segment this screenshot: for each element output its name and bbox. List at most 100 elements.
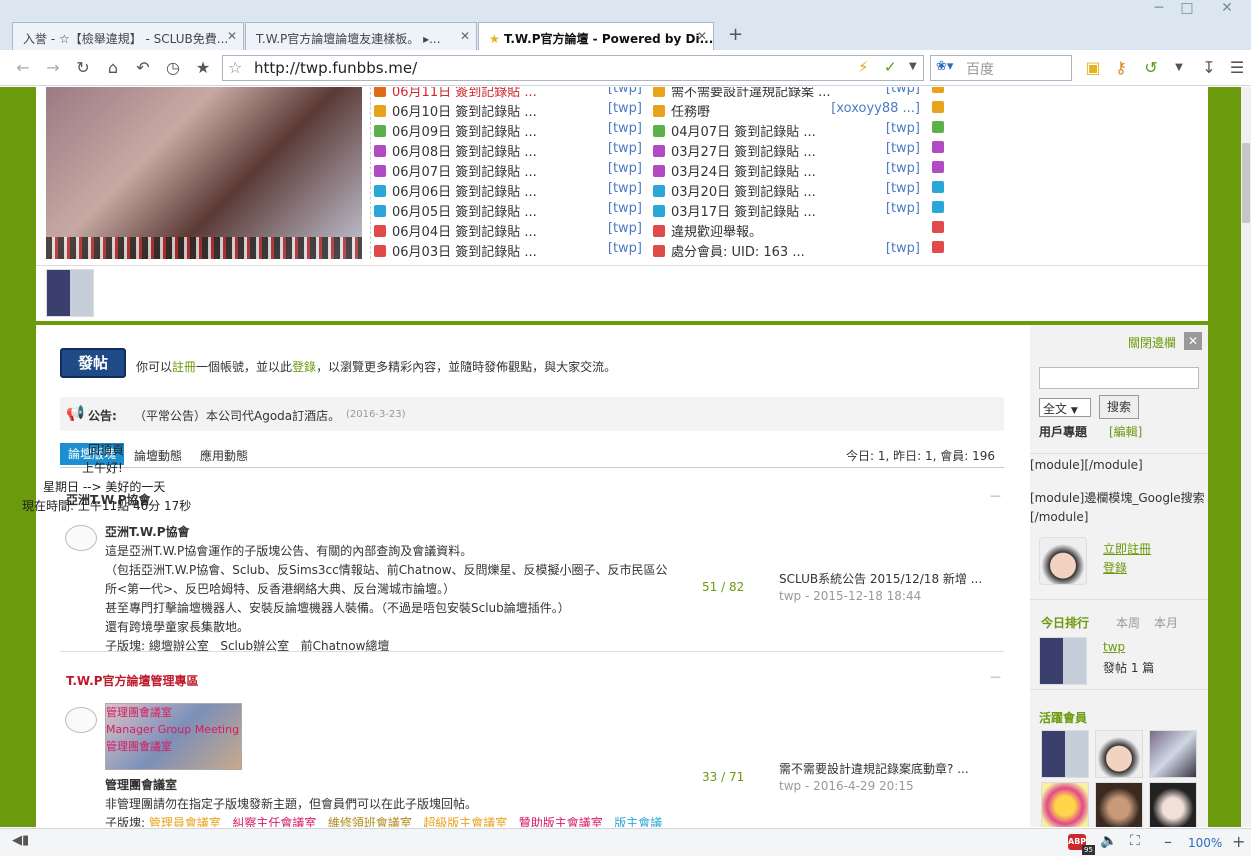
post-title-link[interactable]: 06月04日 簽到記錄貼 ... (392, 225, 537, 240)
post-title-link[interactable]: 06月06日 簽到記錄貼 ... (392, 185, 537, 200)
post-title-link[interactable]: 違規歡迎舉報。 (671, 225, 762, 240)
chevron-down-icon[interactable]: ▼ (909, 61, 917, 72)
recent-post-row[interactable]: 06月10日 簽到記錄貼 ... [twp] (374, 101, 642, 121)
baidu-paw-icon[interactable]: ❀▾ (936, 59, 953, 74)
post-title-link[interactable]: 03月17日 簽到記錄貼 ... (671, 205, 816, 220)
bookmark-star-icon[interactable]: ☆ (228, 58, 242, 77)
url-text[interactable]: http://twp.funbbs.me/ (254, 59, 417, 77)
member-avatar[interactable] (1041, 730, 1089, 778)
recent-post-row[interactable]: 03月17日 簽到記錄貼 ... [twp] (653, 201, 920, 221)
post-title-link[interactable]: 06月07日 簽到記錄貼 ... (392, 165, 537, 180)
fullscreen-icon[interactable]: ⛶ (1130, 833, 1140, 849)
post-author-tag[interactable]: [twp] (608, 121, 642, 136)
favorites-icon[interactable]: ★ (192, 58, 214, 78)
recent-post-row[interactable]: 03月27日 簽到記錄貼 ... [twp] (653, 141, 920, 161)
post-title-link[interactable]: 03月27日 簽到記錄貼 ... (671, 145, 816, 160)
recent-post-row[interactable]: 06月03日 簽到記錄貼 ... [twp] (374, 241, 642, 261)
section-title[interactable]: T.W.P官方論壇管理專區 (66, 672, 199, 689)
recent-post-row[interactable]: 06月11日 簽到記錄貼 ... [twp] (374, 87, 642, 101)
subforum-link[interactable]: 管理員會議室 (149, 816, 221, 827)
tab-2[interactable]: T.W.P官方論壇論壇友連樣板。 ▸... ✕ (245, 22, 477, 50)
rank-user-link[interactable]: twp (1103, 640, 1125, 654)
scrollbar-thumb[interactable] (1242, 143, 1250, 223)
post-author-tag[interactable]: [twp] (608, 161, 642, 176)
close-window-icon[interactable]: ✕ (1214, 0, 1240, 18)
post-author-tag[interactable]: [twp] (886, 201, 920, 216)
member-avatar[interactable] (46, 269, 94, 317)
recent-post-row[interactable]: 06月05日 簽到記錄貼 ... [twp] (374, 201, 642, 221)
recent-post-row[interactable]: 處分會員: UID: 163 ... [twp] (653, 241, 920, 261)
rank-tab-today[interactable]: 今日排行 (1041, 614, 1089, 631)
post-author-tag[interactable]: [twp] (608, 241, 642, 256)
menu-icon[interactable]: ☰ (1226, 58, 1248, 78)
back-to-top-link[interactable]: 回頂頁 (88, 441, 124, 458)
volume-icon[interactable]: 🔈 (1100, 833, 1117, 849)
accelerator-icon[interactable]: ✓ (884, 58, 897, 76)
post-author-tag[interactable]: [twp] (608, 101, 642, 116)
forum-name[interactable]: 管理團會議室 (105, 776, 177, 793)
login-link[interactable]: 登錄 (1103, 559, 1127, 576)
subforum-link[interactable]: 超級版主會議室 (423, 816, 507, 827)
subforum-link[interactable]: 贊助版主會議室 (519, 816, 603, 827)
note-icon[interactable]: ▣ (1082, 58, 1104, 78)
subforum-link[interactable]: 糾察主任會議室 (232, 816, 316, 827)
last-post-title[interactable]: 需不需要設計違規記錄案底動章? ... (779, 760, 969, 777)
rank-avatar[interactable] (1039, 637, 1087, 685)
close-icon[interactable]: ✕ (1184, 332, 1202, 350)
post-title-link[interactable]: 06月03日 簽到記錄貼 ... (392, 245, 537, 260)
post-title-link[interactable]: 處分會員: UID: 163 ... (671, 245, 805, 260)
post-author-tag[interactable]: [twp] (608, 141, 642, 156)
recent-post-row[interactable]: 06月06日 簽到記錄貼 ... [twp] (374, 181, 642, 201)
post-title-link[interactable]: 06月09日 簽到記錄貼 ... (392, 125, 537, 140)
post-author-tag[interactable]: [twp] (608, 221, 642, 236)
tab-1[interactable]: 入誉 - ☆【檢舉違規】 - SCLUB免費... ✕ (12, 22, 244, 50)
tab-forum-activity[interactable]: 論壇動態 (134, 447, 182, 464)
download-icon[interactable]: ↧ (1198, 58, 1220, 78)
post-title-link[interactable]: 06月05日 簽到記錄貼 ... (392, 205, 537, 220)
post-title-link[interactable]: 04月07日 簽到記錄貼 ... (671, 125, 816, 140)
post-title-link[interactable]: 任務嘢 (671, 105, 710, 120)
member-avatar[interactable] (1095, 782, 1143, 827)
recent-post-row[interactable]: 06月09日 簽到記錄貼 ... [twp] (374, 121, 642, 141)
collapse-icon[interactable]: — (990, 489, 1001, 502)
user-sync-icon[interactable]: ↺ (1140, 58, 1162, 78)
post-author-tag[interactable]: [twp] (886, 241, 920, 256)
close-icon[interactable]: ✕ (460, 29, 470, 43)
last-post-title[interactable]: SCLUB系統公告 2015/12/18 新增 ... (779, 570, 982, 587)
search-scope-select[interactable]: 全文 ▼ (1039, 398, 1091, 417)
member-avatar[interactable] (1095, 730, 1143, 778)
history-icon[interactable]: ◷ (162, 58, 184, 78)
rank-tab-week[interactable]: 本周 (1116, 614, 1140, 631)
post-author-tag[interactable]: [twp] (608, 201, 642, 216)
post-author-tag[interactable]: [twp] (886, 161, 920, 176)
key-icon[interactable]: ⚷ (1110, 58, 1132, 78)
featured-image[interactable] (46, 87, 362, 259)
register-link[interactable]: 註冊 (172, 360, 196, 374)
recent-post-row[interactable]: 違規歡迎舉報。 (653, 221, 920, 241)
forum-thumbnail[interactable]: 管理團會議室 Manager Group Meeting 管理團會議室 (105, 703, 242, 770)
collapse-icon[interactable]: — (990, 670, 1001, 683)
home-icon[interactable]: ⌂ (102, 58, 124, 78)
post-author-tag[interactable]: [twp] (886, 87, 920, 96)
register-link[interactable]: 立即註冊 (1103, 540, 1151, 557)
announcement-text[interactable]: （平常公告）本公司代Agoda訂酒店。 (134, 407, 340, 424)
recent-post-row[interactable]: 06月04日 簽到記錄貼 ... [twp] (374, 221, 642, 241)
post-author-tag[interactable]: [twp] (886, 181, 920, 196)
recent-post-row[interactable]: 需不需要設計違規記錄案 ... [twp] (653, 87, 920, 101)
recent-post-row[interactable]: 任務嘢 [xoxoyy88 ...] (653, 101, 920, 121)
post-title-link[interactable]: 03月24日 簽到記錄貼 ... (671, 165, 816, 180)
member-avatar[interactable] (1149, 782, 1197, 827)
post-author-tag[interactable]: [twp] (886, 141, 920, 156)
rank-tab-month[interactable]: 本月 (1154, 614, 1178, 631)
undo-icon[interactable]: ↶ (132, 58, 154, 78)
post-title-link[interactable]: 06月10日 簽到記錄貼 ... (392, 105, 537, 120)
vertical-scrollbar[interactable] (1241, 87, 1251, 827)
forward-icon[interactable]: → (42, 58, 64, 78)
reload-icon[interactable]: ↻ (72, 58, 94, 78)
back-icon[interactable]: ← (12, 58, 34, 78)
tab-app-activity[interactable]: 應用動態 (200, 447, 248, 464)
post-title-link[interactable]: 06月08日 簽到記錄貼 ... (392, 145, 537, 160)
zoom-level[interactable]: 100% (1188, 836, 1222, 850)
zoom-out-icon[interactable]: – (1164, 832, 1172, 851)
sidebar-search-button[interactable]: 搜索 (1099, 395, 1139, 419)
